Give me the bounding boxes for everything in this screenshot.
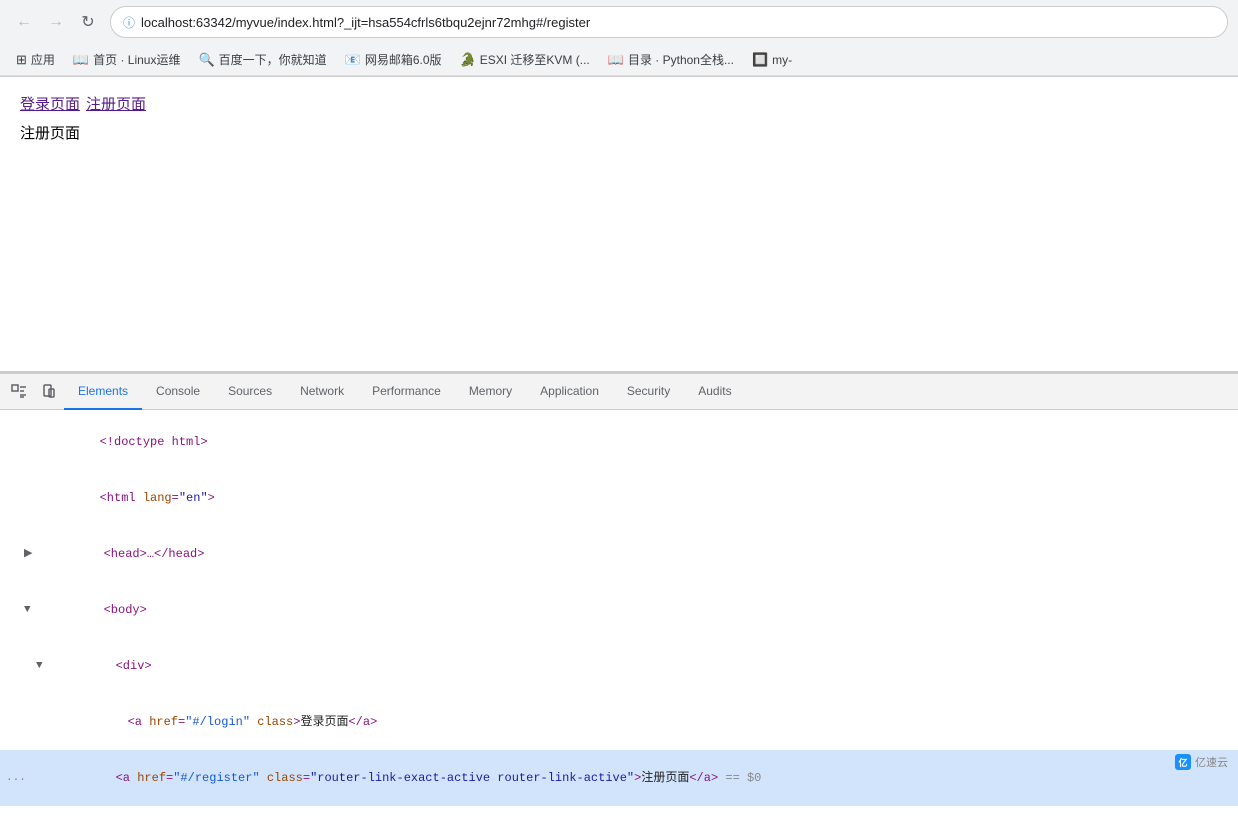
apps-icon: ⊞ [16, 52, 27, 68]
watermark-text: 亿速云 [1195, 754, 1228, 770]
bookmarks-bar: ⊞ 应用 📖 首页 · Linux运维 🔍 百度一下，你就知道 📧 网易邮箱6.… [0, 44, 1238, 76]
expand-icon-doctype [24, 433, 42, 451]
devtools-elements-content[interactable]: <!doctype html> <html lang="en"> ▶ <head… [0, 410, 1238, 822]
tab-memory[interactable]: Memory [455, 374, 526, 410]
bookmark-apps-label: 应用 [31, 51, 55, 68]
bookmark-my-label: my- [772, 53, 792, 67]
bookmark-python[interactable]: 📖 目录 · Python全栈... [600, 48, 742, 71]
code-line-div-text[interactable]: <div>注册页面</div> [0, 806, 1238, 822]
expand-icon-body: ▼ [24, 601, 42, 619]
secure-icon: ⓘ [123, 14, 135, 31]
devtools-panel: Elements Console Sources Network Perform… [0, 372, 1238, 822]
address-bar[interactable]: ⓘ localhost:63342/myvue/index.html?_ijt=… [110, 6, 1228, 38]
bookmark-my[interactable]: 🔲 my- [744, 49, 800, 71]
python-icon: 📖 [608, 52, 624, 68]
devtools-inspect-btn[interactable] [4, 377, 34, 407]
baidu-icon: 🔍 [198, 52, 214, 68]
ellipsis-icon: ... [6, 769, 26, 787]
tab-network[interactable]: Network [286, 374, 358, 410]
login-link[interactable]: 登录页面 [20, 93, 80, 114]
watermark: 亿 亿速云 [1175, 754, 1228, 770]
no-expand-a-login [48, 713, 66, 731]
bookmark-baidu-label: 百度一下，你就知道 [219, 51, 327, 68]
code-line-a-register[interactable]: ... <a href="#/register" class="router-l… [0, 750, 1238, 806]
address-text: localhost:63342/myvue/index.html?_ijt=hs… [141, 15, 1215, 30]
expand-icon-html [24, 489, 42, 507]
nav-buttons: ← → ↻ [10, 8, 102, 36]
code-line-doctype[interactable]: <!doctype html> [0, 414, 1238, 470]
tab-elements[interactable]: Elements [64, 374, 142, 410]
expand-icon-div: ▼ [36, 657, 54, 675]
code-line-a-login[interactable]: <a href="#/login" class>登录页面</a> [0, 694, 1238, 750]
bookmark-mail-label: 网易邮箱6.0版 [365, 51, 442, 68]
expand-icon-head: ▶ [24, 545, 42, 563]
page-links: 登录页面 注册页面 [20, 93, 1218, 114]
tab-application[interactable]: Application [526, 374, 613, 410]
devtools-tabs: Elements Console Sources Network Perform… [0, 374, 1238, 410]
forward-button[interactable]: → [42, 8, 70, 36]
devtools-mobile-btn[interactable] [34, 377, 64, 407]
tab-console[interactable]: Console [142, 374, 214, 410]
tab-security[interactable]: Security [613, 374, 684, 410]
bookmark-linux-label: 首页 · Linux运维 [93, 51, 180, 68]
back-button[interactable]: ← [10, 8, 38, 36]
bookmark-esxi[interactable]: 🐊 ESXI 迁移至KVM (... [452, 48, 598, 71]
code-line-head[interactable]: ▶ <head>…</head> [0, 526, 1238, 582]
page-content: 登录页面 注册页面 注册页面 [0, 77, 1238, 372]
bookmark-esxi-label: ESXI 迁移至KVM (... [480, 51, 590, 68]
bookmark-mail[interactable]: 📧 网易邮箱6.0版 [337, 48, 450, 71]
bookmark-apps[interactable]: ⊞ 应用 [8, 48, 63, 71]
mail-icon: 📧 [345, 52, 361, 68]
bookmark-baidu[interactable]: 🔍 百度一下，你就知道 [190, 48, 334, 71]
watermark-icon: 亿 [1175, 754, 1191, 770]
tab-performance[interactable]: Performance [358, 374, 455, 410]
page-heading: 注册页面 [20, 122, 1218, 143]
bookmark-python-label: 目录 · Python全栈... [628, 51, 734, 68]
code-line-html[interactable]: <html lang="en"> [0, 470, 1238, 526]
browser-toolbar: ← → ↻ ⓘ localhost:63342/myvue/index.html… [0, 0, 1238, 44]
tab-sources[interactable]: Sources [214, 374, 286, 410]
bookmark-linux[interactable]: 📖 首页 · Linux运维 [65, 48, 189, 71]
browser-chrome: ← → ↻ ⓘ localhost:63342/myvue/index.html… [0, 0, 1238, 77]
code-line-div[interactable]: ▼ <div> [0, 638, 1238, 694]
my-icon: 🔲 [752, 52, 768, 68]
refresh-button[interactable]: ↻ [74, 8, 102, 36]
linux-icon: 📖 [73, 52, 89, 68]
tab-audits[interactable]: Audits [684, 374, 745, 410]
esxi-icon: 🐊 [460, 52, 476, 68]
code-line-body[interactable]: ▼ <body> [0, 582, 1238, 638]
register-link[interactable]: 注册页面 [86, 93, 146, 114]
